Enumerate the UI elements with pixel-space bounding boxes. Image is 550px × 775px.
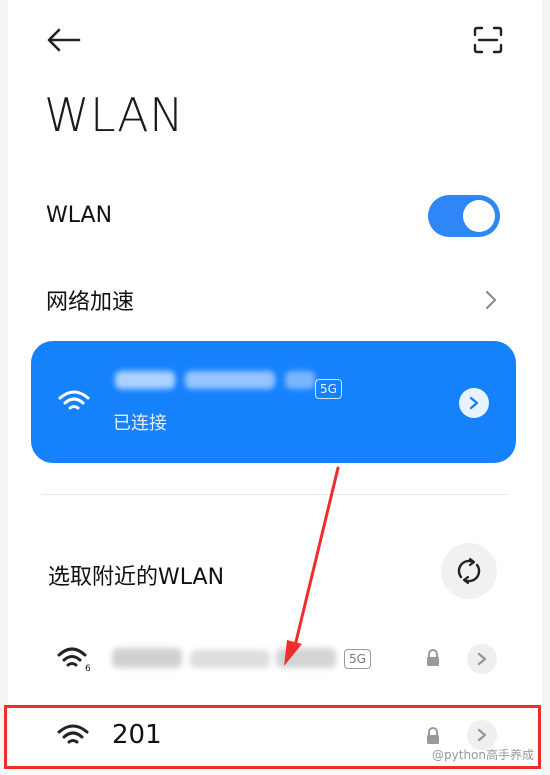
lock-icon bbox=[427, 649, 439, 666]
wlan-settings-screen: WLAN WLAN 网络加速 5G 已连接 选取附近的WLAN 6 5G 201… bbox=[4, 0, 542, 775]
chevron-right-icon bbox=[469, 396, 479, 410]
network-acceleration-row[interactable]: 网络加速 bbox=[38, 275, 512, 323]
connected-band-tag: 5G bbox=[315, 379, 342, 399]
chevron-right-icon bbox=[477, 652, 487, 666]
refresh-button[interactable] bbox=[441, 543, 497, 599]
connected-ssid bbox=[115, 369, 315, 393]
back-arrow-icon bbox=[47, 28, 81, 52]
nearby-networks-header: 选取附近的WLAN bbox=[48, 565, 225, 590]
wifi-6-icon: 6 bbox=[57, 647, 91, 672]
connected-network-card[interactable]: 5G 已连接 bbox=[31, 341, 516, 463]
connected-status: 已连接 bbox=[113, 413, 167, 434]
wlan-toggle-switch[interactable] bbox=[428, 195, 500, 237]
wifi-icon bbox=[58, 390, 90, 410]
wlan-toggle-label: WLAN bbox=[46, 203, 113, 228]
watermark: @python高手养成 bbox=[432, 748, 534, 762]
toggle-knob bbox=[463, 200, 495, 232]
scan-button[interactable] bbox=[466, 20, 510, 60]
nearby-details-button[interactable] bbox=[467, 644, 497, 674]
divider bbox=[42, 494, 508, 495]
chevron-right-icon bbox=[486, 291, 496, 309]
network-acceleration-label: 网络加速 bbox=[46, 290, 135, 315]
connected-details-button[interactable] bbox=[459, 388, 489, 418]
nearby-band-tag: 5G bbox=[344, 649, 371, 669]
svg-text:6: 6 bbox=[85, 664, 91, 672]
page-title: WLAN bbox=[44, 88, 185, 142]
scan-icon bbox=[473, 26, 503, 54]
back-button[interactable] bbox=[38, 20, 88, 60]
nearby-ssid bbox=[112, 646, 336, 672]
nearby-network-item[interactable]: 6 5G bbox=[38, 628, 512, 690]
refresh-icon bbox=[457, 557, 481, 585]
